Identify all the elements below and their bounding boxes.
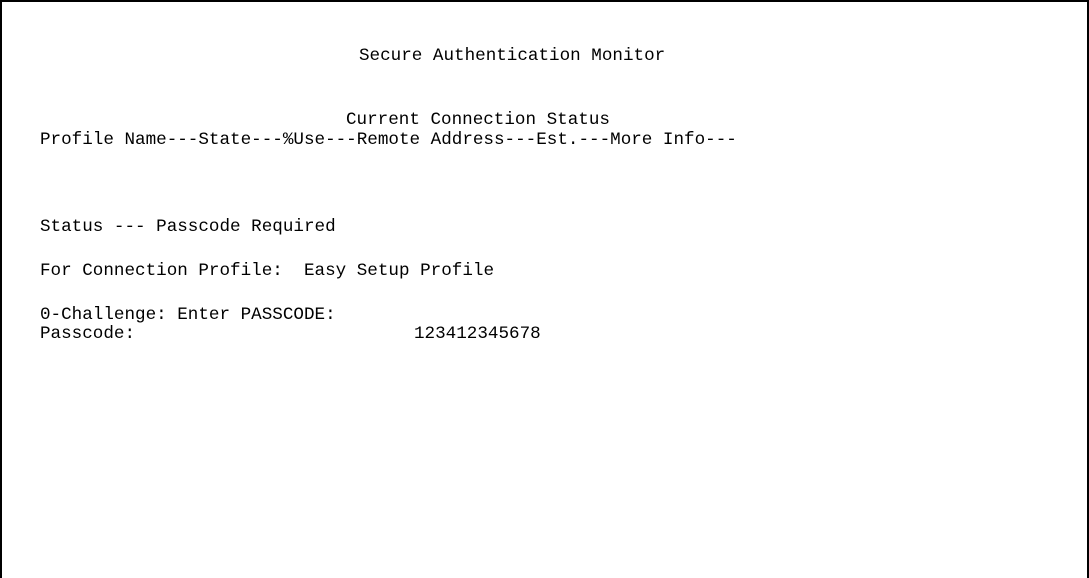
passcode-row[interactable]: Passcode: 123412345678 bbox=[40, 324, 740, 344]
challenge-prompt: 0-Challenge: Enter PASSCODE: bbox=[40, 305, 336, 325]
connection-profile-value: Easy Setup Profile bbox=[303, 261, 494, 281]
connection-status-heading: Current Connection Status bbox=[346, 110, 610, 130]
connection-profile-label: For Connection Profile: bbox=[40, 261, 304, 281]
terminal-screen: Secure Authentication Monitor Current Co… bbox=[40, 2, 1060, 344]
window-title: Secure Authentication Monitor bbox=[359, 46, 666, 66]
terminal-window: Secure Authentication Monitor Current Co… bbox=[0, 0, 1089, 578]
connection-profile-line: For Connection Profile: Easy Setup Profi… bbox=[40, 261, 494, 281]
connection-table-header: Profile Name---State---%Use---Remote Add… bbox=[40, 130, 737, 150]
passcode-input[interactable]: 123412345678 bbox=[414, 324, 541, 344]
passcode-label: Passcode: bbox=[40, 324, 136, 344]
status-message: Status --- Passcode Required bbox=[40, 217, 336, 237]
